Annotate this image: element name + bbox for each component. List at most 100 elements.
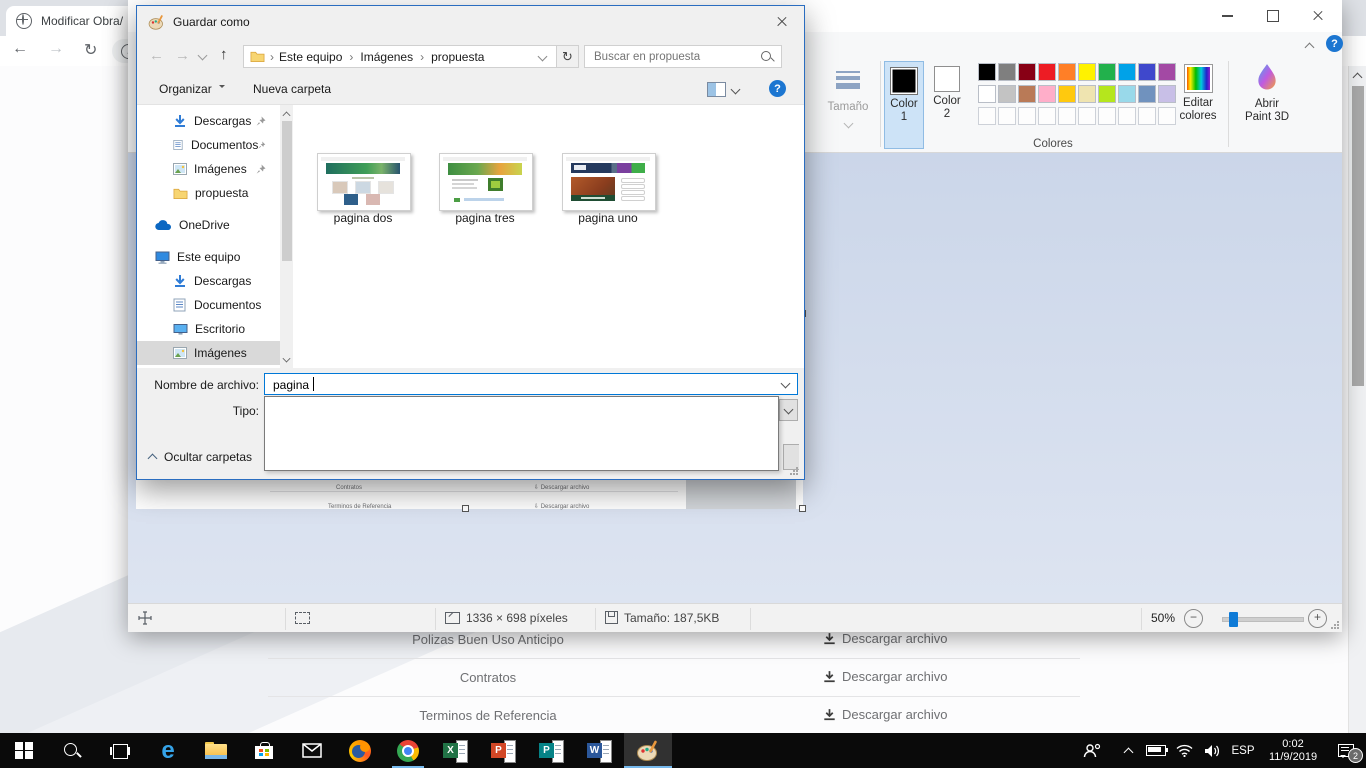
sidebar-item-onedrive[interactable]: OneDrive: [137, 213, 280, 237]
palette-empty-slot[interactable]: [1098, 107, 1116, 125]
sidebar-item-imagenes-selected[interactable]: Imágenes: [137, 341, 280, 365]
dialog-help-button[interactable]: ?: [769, 80, 786, 97]
sidebar-item-descargas-quick[interactable]: Descargas: [137, 109, 280, 133]
filename-dropdown-icon[interactable]: [781, 379, 791, 389]
minimize-button[interactable]: [1205, 0, 1250, 32]
edit-colors-button[interactable]: Editarcolores: [1170, 62, 1226, 148]
zoom-slider[interactable]: [1222, 617, 1304, 622]
action-center-button[interactable]: 2: [1326, 733, 1366, 768]
zoom-in-button[interactable]: +: [1308, 609, 1327, 628]
breadcrumb-dropdown-icon[interactable]: [538, 52, 548, 62]
browser-scrollbar[interactable]: [1348, 66, 1366, 733]
size-button[interactable]: Tamaño: [818, 62, 878, 148]
palette-swatch[interactable]: [1138, 85, 1156, 103]
scroll-thumb[interactable]: [1352, 86, 1364, 386]
palette-empty-slot[interactable]: [978, 107, 996, 125]
taskbar-store-button[interactable]: [240, 733, 288, 768]
palette-swatch[interactable]: [1098, 63, 1116, 81]
download-link[interactable]: Descargar archivo: [823, 707, 948, 722]
clock[interactable]: 0:02 11/9/2019: [1260, 733, 1326, 768]
selection-handle[interactable]: [799, 505, 806, 512]
palette-swatch[interactable]: [998, 85, 1016, 103]
taskbar-publisher-button[interactable]: P: [528, 733, 576, 768]
sidebar-item-documentos-quick[interactable]: Documentos: [137, 133, 280, 157]
nav-scroll-up-icon[interactable]: [283, 112, 291, 120]
palette-swatch[interactable]: [1078, 85, 1096, 103]
palette-swatch[interactable]: [1038, 85, 1056, 103]
close-button[interactable]: [1295, 0, 1340, 32]
search-icon[interactable]: [760, 50, 774, 64]
search-input[interactable]: [592, 50, 760, 64]
nav-up-button[interactable]: ↑: [220, 46, 228, 63]
download-link[interactable]: Descargar archivo: [823, 669, 948, 684]
tray-expand-button[interactable]: [1112, 733, 1144, 768]
hide-folders-button[interactable]: Ocultar carpetas: [149, 449, 252, 465]
palette-empty-slot[interactable]: [1138, 107, 1156, 125]
zoom-out-button[interactable]: −: [1184, 609, 1203, 628]
sidebar-item-este-equipo[interactable]: Este equipo: [137, 245, 280, 269]
taskbar-excel-button[interactable]: X: [432, 733, 480, 768]
palette-swatch[interactable]: [978, 85, 996, 103]
start-button[interactable]: [0, 733, 48, 768]
nav-scroll-down-icon[interactable]: [283, 355, 291, 363]
dialog-close-button[interactable]: [759, 6, 804, 38]
nav-forward-button[interactable]: →: [175, 47, 190, 64]
palette-swatch[interactable]: [1018, 85, 1036, 103]
dialog-resize-grip[interactable]: [789, 466, 798, 475]
palette-swatch[interactable]: [1118, 63, 1136, 81]
breadcrumb-item-propuesta[interactable]: propuesta: [431, 50, 484, 64]
taskbar-firefox-button[interactable]: [336, 733, 384, 768]
taskbar-mail-button[interactable]: [288, 733, 336, 768]
organize-button[interactable]: Organizar: [159, 82, 225, 96]
download-link[interactable]: Descargar archivo: [823, 631, 948, 646]
sidebar-item-escritorio[interactable]: Escritorio: [137, 317, 280, 341]
back-button[interactable]: ←: [12, 40, 28, 58]
taskbar-paint-button[interactable]: [624, 733, 672, 768]
forward-button[interactable]: →: [48, 40, 64, 58]
sidebar-item-imagenes-quick[interactable]: Imágenes: [137, 157, 280, 181]
volume-indicator[interactable]: [1198, 733, 1226, 768]
dialog-titlebar[interactable]: Guardar como: [137, 6, 804, 38]
breadcrumb[interactable]: › Este equipo › Imágenes › propuesta: [243, 45, 557, 68]
palette-empty-slot[interactable]: [1118, 107, 1136, 125]
wifi-indicator[interactable]: [1170, 733, 1198, 768]
filename-input[interactable]: [271, 375, 755, 395]
file-item-pagina-uno[interactable]: pagina uno: [562, 153, 654, 231]
paint-help-button[interactable]: ?: [1326, 35, 1343, 52]
palette-swatch[interactable]: [1058, 85, 1076, 103]
ribbon-collapse-icon[interactable]: [1305, 43, 1315, 53]
color2-button[interactable]: Color2: [928, 61, 966, 149]
taskbar-word-button[interactable]: W: [576, 733, 624, 768]
view-button[interactable]: [707, 82, 726, 97]
palette-swatch[interactable]: [1098, 85, 1116, 103]
color1-button[interactable]: Color1: [884, 61, 924, 149]
new-folder-button[interactable]: Nueva carpeta: [253, 82, 331, 96]
taskbar-chrome-button[interactable]: [384, 733, 432, 768]
palette-swatch[interactable]: [1058, 63, 1076, 81]
palette-swatch[interactable]: [1078, 63, 1096, 81]
taskbar-powerpoint-button[interactable]: P: [480, 733, 528, 768]
palette-swatch[interactable]: [1138, 63, 1156, 81]
people-button[interactable]: [1072, 733, 1112, 768]
palette-empty-slot[interactable]: [1058, 107, 1076, 125]
window-resize-grip[interactable]: [1330, 620, 1339, 629]
palette-swatch[interactable]: [1118, 85, 1136, 103]
filename-field[interactable]: [264, 373, 798, 395]
maximize-button[interactable]: [1250, 0, 1295, 32]
taskbar-search-button[interactable]: [48, 733, 96, 768]
palette-swatch[interactable]: [978, 63, 996, 81]
refresh-button[interactable]: ↻: [557, 45, 579, 68]
battery-indicator[interactable]: [1142, 733, 1170, 768]
language-indicator[interactable]: ESP: [1226, 733, 1260, 768]
palette-empty-slot[interactable]: [998, 107, 1016, 125]
task-view-button[interactable]: [96, 733, 144, 768]
file-item-pagina-tres[interactable]: pagina tres: [439, 153, 531, 231]
sidebar-item-propuesta[interactable]: propuesta: [137, 181, 280, 205]
zoom-slider-thumb[interactable]: [1229, 612, 1238, 627]
nav-scroll-thumb[interactable]: [282, 121, 292, 261]
taskbar-explorer-button[interactable]: [192, 733, 240, 768]
palette-empty-slot[interactable]: [1018, 107, 1036, 125]
breadcrumb-item-este-equipo[interactable]: Este equipo: [279, 50, 342, 64]
type-dropdown-fragment[interactable]: [779, 399, 798, 421]
palette-empty-slot[interactable]: [1038, 107, 1056, 125]
